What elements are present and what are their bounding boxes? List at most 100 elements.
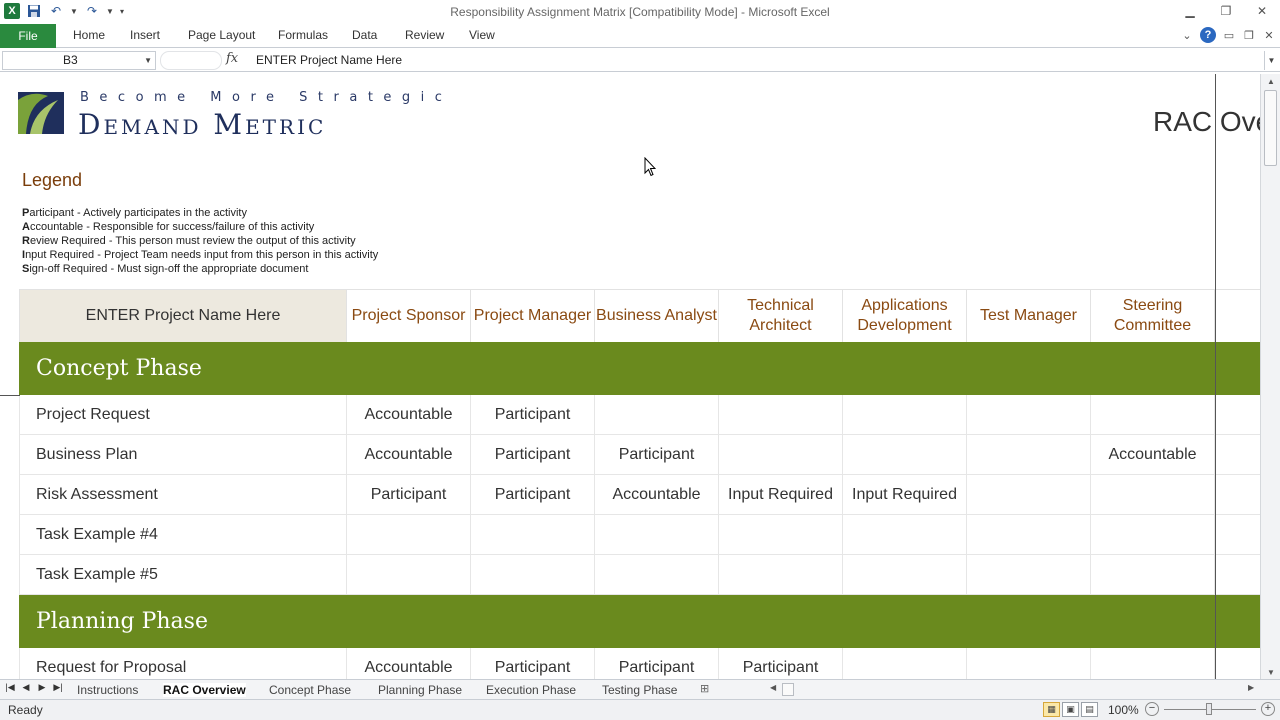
tab-view[interactable]: View [469,28,495,42]
formula-input[interactable]: ENTER Project Name Here [246,51,1262,70]
horizontal-scroll-thumb[interactable] [782,683,794,696]
assignment-cell[interactable] [719,555,843,595]
page-break-view-icon[interactable]: ▤ [1081,702,1098,717]
assignment-cell[interactable]: Participant [595,648,719,679]
minimize-icon[interactable]: ▁ [1172,0,1208,22]
assignment-cell[interactable] [843,515,967,555]
assignment-cell[interactable]: Accountable [1091,435,1215,475]
role-header-cell[interactable]: Test Manager [967,289,1091,342]
last-sheet-icon[interactable]: ▶| [52,682,64,693]
worksheet-grid[interactable]: Become More Strategic Demand Metric RAC … [0,74,1260,679]
sheet-tab-concept-phase[interactable]: Concept Phase [269,683,351,697]
zoom-slider-thumb[interactable] [1206,703,1212,715]
assignment-cell[interactable]: Participant [595,435,719,475]
phase-row[interactable]: Planning Phase [19,595,1260,648]
role-header-cell[interactable]: Business Analyst [595,289,719,342]
assignment-cell[interactable] [967,435,1091,475]
assignment-cell[interactable] [967,395,1091,435]
assignment-cell[interactable] [1091,515,1215,555]
assignment-cell[interactable]: Participant [719,648,843,679]
zoom-in-icon[interactable]: + [1261,702,1275,716]
assignment-cell[interactable] [595,515,719,555]
role-header-cell[interactable]: Applications Development [843,289,967,342]
help-icon[interactable]: ? [1200,27,1216,43]
assignment-cell[interactable] [719,435,843,475]
workbook-restore-icon[interactable]: ❐ [1242,29,1256,42]
scroll-down-icon[interactable]: ▼ [1261,665,1280,679]
phase-row[interactable]: Concept Phase [19,342,1260,395]
assignment-cell[interactable]: Participant [471,435,595,475]
assignment-cell[interactable] [1091,555,1215,595]
assignment-cell[interactable]: Accountable [347,395,471,435]
minimize-ribbon-icon[interactable]: ⌄ [1180,29,1194,42]
tab-insert[interactable]: Insert [130,28,160,42]
prev-sheet-icon[interactable]: ◀ [20,682,32,693]
assignment-cell[interactable] [595,555,719,595]
tab-file[interactable]: File [0,24,56,48]
tab-page-layout[interactable]: Page Layout [188,28,255,42]
workbook-close-icon[interactable]: ✕ [1262,29,1276,42]
assignment-cell[interactable] [967,648,1091,679]
expand-formula-bar-icon[interactable]: ▼ [1264,51,1278,70]
assignment-cell[interactable] [967,555,1091,595]
assignment-cell[interactable]: Participant [471,648,595,679]
tab-formulas[interactable]: Formulas [278,28,328,42]
sheet-tab-instructions[interactable]: Instructions [77,683,138,697]
first-sheet-icon[interactable]: |◀ [4,682,16,693]
scroll-left-icon[interactable]: ◀ [770,683,776,692]
name-box[interactable]: B3 ▼ [2,51,156,70]
assignment-cell[interactable] [843,435,967,475]
scroll-up-icon[interactable]: ▲ [1261,74,1280,88]
assignment-cell[interactable]: Input Required [843,475,967,515]
assignment-cell[interactable] [471,555,595,595]
restore-icon[interactable]: ❐ [1208,0,1244,22]
page-layout-view-icon[interactable]: ▣ [1062,702,1079,717]
workbook-minimize-icon[interactable]: ▭ [1222,29,1236,42]
assignment-cell[interactable] [967,475,1091,515]
zoom-out-icon[interactable]: − [1145,702,1159,716]
role-header-cell[interactable]: Project Sponsor [347,289,471,342]
assignment-cell[interactable] [843,648,967,679]
assignment-cell[interactable]: Accountable [595,475,719,515]
task-name-cell[interactable]: Task Example #4 [19,515,347,555]
insert-function-icon[interactable]: fx [226,51,238,66]
assignment-cell[interactable] [1215,555,1260,595]
name-box-dropdown-icon[interactable]: ▼ [144,52,152,69]
insert-sheet-icon[interactable]: ⊞ [700,682,709,695]
assignment-cell[interactable] [1215,395,1260,435]
assignment-cell[interactable] [1215,475,1260,515]
assignment-cell[interactable] [1215,435,1260,475]
assignment-cell[interactable] [843,555,967,595]
horizontal-scrollbar[interactable]: ◀ ▶ [760,683,1260,697]
role-header-cell[interactable]: Technical Architect [719,289,843,342]
role-header-cell[interactable]: Project Manager [471,289,595,342]
sheet-tab-planning-phase[interactable]: Planning Phase [378,683,462,697]
assignment-cell[interactable] [1091,648,1215,679]
task-name-cell[interactable]: Business Plan [19,435,347,475]
vertical-scroll-thumb[interactable] [1264,90,1277,166]
normal-view-icon[interactable]: ▦ [1043,702,1060,717]
zoom-level[interactable]: 100% [1108,703,1139,717]
next-sheet-icon[interactable]: ▶ [36,682,48,693]
assignment-cell[interactable] [1215,648,1260,679]
task-name-cell[interactable]: Risk Assessment [19,475,347,515]
assignment-cell[interactable] [1091,475,1215,515]
tab-home[interactable]: Home [73,28,105,42]
assignment-cell[interactable] [719,395,843,435]
assignment-cell[interactable]: Participant [471,475,595,515]
sheet-tab-execution-phase[interactable]: Execution Phase [486,683,576,697]
vertical-scrollbar[interactable]: ▲ ▼ [1260,74,1280,679]
task-name-cell[interactable]: Task Example #5 [19,555,347,595]
assignment-cell[interactable]: Accountable [347,435,471,475]
role-header-cell[interactable]: Steering Committee [1091,289,1215,342]
assignment-cell[interactable] [967,515,1091,555]
sheet-tab-rac-overview[interactable]: RAC Overview [163,683,246,697]
tab-review[interactable]: Review [405,28,444,42]
assignment-cell[interactable] [843,395,967,435]
assignment-cell[interactable] [1091,395,1215,435]
tab-data[interactable]: Data [352,28,377,42]
role-header-cell[interactable]: Lega [1215,289,1260,342]
close-icon[interactable]: ✕ [1244,0,1280,22]
assignment-cell[interactable] [471,515,595,555]
assignment-cell[interactable] [595,395,719,435]
